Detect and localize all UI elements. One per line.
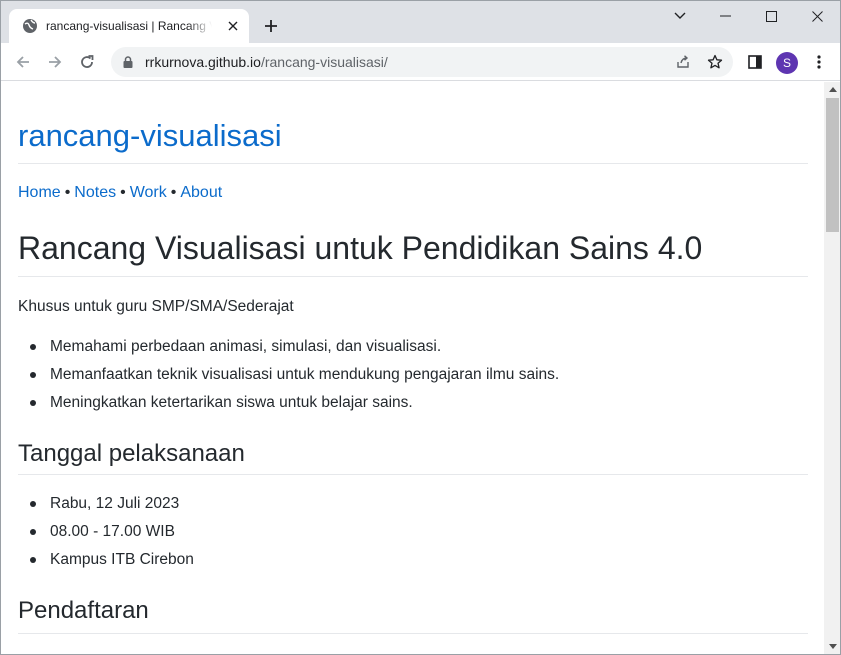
tab-strip: rancang-visualisasi | Rancang Visualisas… xyxy=(1,1,840,43)
tab-search-button[interactable] xyxy=(657,1,703,31)
divider xyxy=(18,633,808,634)
triangle-up-icon xyxy=(828,87,837,92)
chevron-down-icon xyxy=(674,12,686,19)
scroll-up-button[interactable] xyxy=(824,82,840,97)
close-icon xyxy=(811,10,823,22)
nav-about[interactable]: About xyxy=(180,184,222,201)
intro-text: Khusus untuk guru SMP/SMA/Sederajat xyxy=(18,298,294,315)
profile-avatar[interactable]: S xyxy=(776,52,798,74)
page-scrollbar[interactable] xyxy=(824,82,840,654)
forward-arrow-icon xyxy=(49,56,62,68)
nav-work[interactable]: Work xyxy=(130,184,167,201)
list-item: Rabu, 12 Juli 2023 xyxy=(30,494,194,522)
schedule-heading: Tanggal pelaksanaan xyxy=(18,440,245,467)
minimize-button[interactable] xyxy=(702,1,748,31)
new-tab-button[interactable] xyxy=(259,14,283,38)
browser-toolbar: rrkurnova.github.io/rancang-visualisasi/… xyxy=(1,43,840,81)
schedule-list: Rabu, 12 Juli 2023 08.00 - 17.00 WIB Kam… xyxy=(30,494,194,578)
nav-home[interactable]: Home xyxy=(18,184,61,201)
forward-button[interactable] xyxy=(41,48,69,76)
list-item: Memanfaatkan teknik visualisasi untuk me… xyxy=(29,365,559,393)
page-title: Rancang Visualisasi untuk Pendidikan Sai… xyxy=(18,230,703,266)
back-arrow-icon xyxy=(16,56,29,68)
list-item: 08.00 - 17.00 WIB xyxy=(30,522,194,550)
side-panel-icon xyxy=(748,55,762,69)
address-bar[interactable]: rrkurnova.github.io/rancang-visualisasi/ xyxy=(111,47,733,77)
maximize-icon xyxy=(765,10,777,22)
kebab-menu-icon xyxy=(817,55,821,69)
minimize-icon xyxy=(719,15,731,17)
browser-menu-button[interactable] xyxy=(805,48,833,76)
star-icon[interactable] xyxy=(703,50,727,74)
url-path: /rancang-visualisasi/ xyxy=(260,54,388,70)
plus-icon xyxy=(265,20,277,32)
scrollbar-thumb[interactable] xyxy=(826,98,839,232)
browser-window: rancang-visualisasi | Rancang Visualisas… xyxy=(0,0,841,655)
share-icon[interactable] xyxy=(671,50,695,74)
list-item: Memahami perbedaan animasi, simulasi, da… xyxy=(29,337,559,365)
globe-icon xyxy=(22,18,38,34)
url-text[interactable]: rrkurnova.github.io/rancang-visualisasi/ xyxy=(145,54,388,70)
nav-separator: • xyxy=(64,184,71,201)
divider xyxy=(18,474,808,475)
browser-tab[interactable]: rancang-visualisasi | Rancang Visualisas… xyxy=(9,9,249,43)
divider xyxy=(18,163,808,164)
list-item: Meningkatkan ketertarikan siswa untuk be… xyxy=(29,393,559,421)
divider xyxy=(18,276,808,277)
site-nav: Home • Notes • Work • About xyxy=(18,183,222,203)
goals-list: Memahami perbedaan animasi, simulasi, da… xyxy=(29,337,559,421)
nav-separator: • xyxy=(120,184,126,201)
close-icon[interactable] xyxy=(225,18,241,34)
list-item: Kampus ITB Cirebon xyxy=(30,550,194,578)
side-panel-button[interactable] xyxy=(741,48,769,76)
nav-separator: • xyxy=(170,184,177,201)
reload-button[interactable] xyxy=(73,48,101,76)
reload-icon xyxy=(81,55,94,68)
tab-title: rancang-visualisasi | Rancang Visualisas… xyxy=(46,19,212,33)
window-close-button[interactable] xyxy=(794,1,840,31)
site-title-link[interactable]: rancang-visualisasi xyxy=(18,116,282,156)
nav-notes[interactable]: Notes xyxy=(74,184,116,201)
page-viewport: rancang-visualisasi Home • Notes • Work • Abou… xyxy=(1,82,824,654)
triangle-down-icon xyxy=(828,644,837,649)
registration-heading: Pendaftaran xyxy=(18,597,149,624)
maximize-button[interactable] xyxy=(748,1,794,31)
url-host: rrkurnova.github.io xyxy=(145,54,261,70)
back-button[interactable] xyxy=(9,48,37,76)
lock-icon[interactable] xyxy=(121,55,135,69)
scroll-down-button[interactable] xyxy=(824,639,840,654)
